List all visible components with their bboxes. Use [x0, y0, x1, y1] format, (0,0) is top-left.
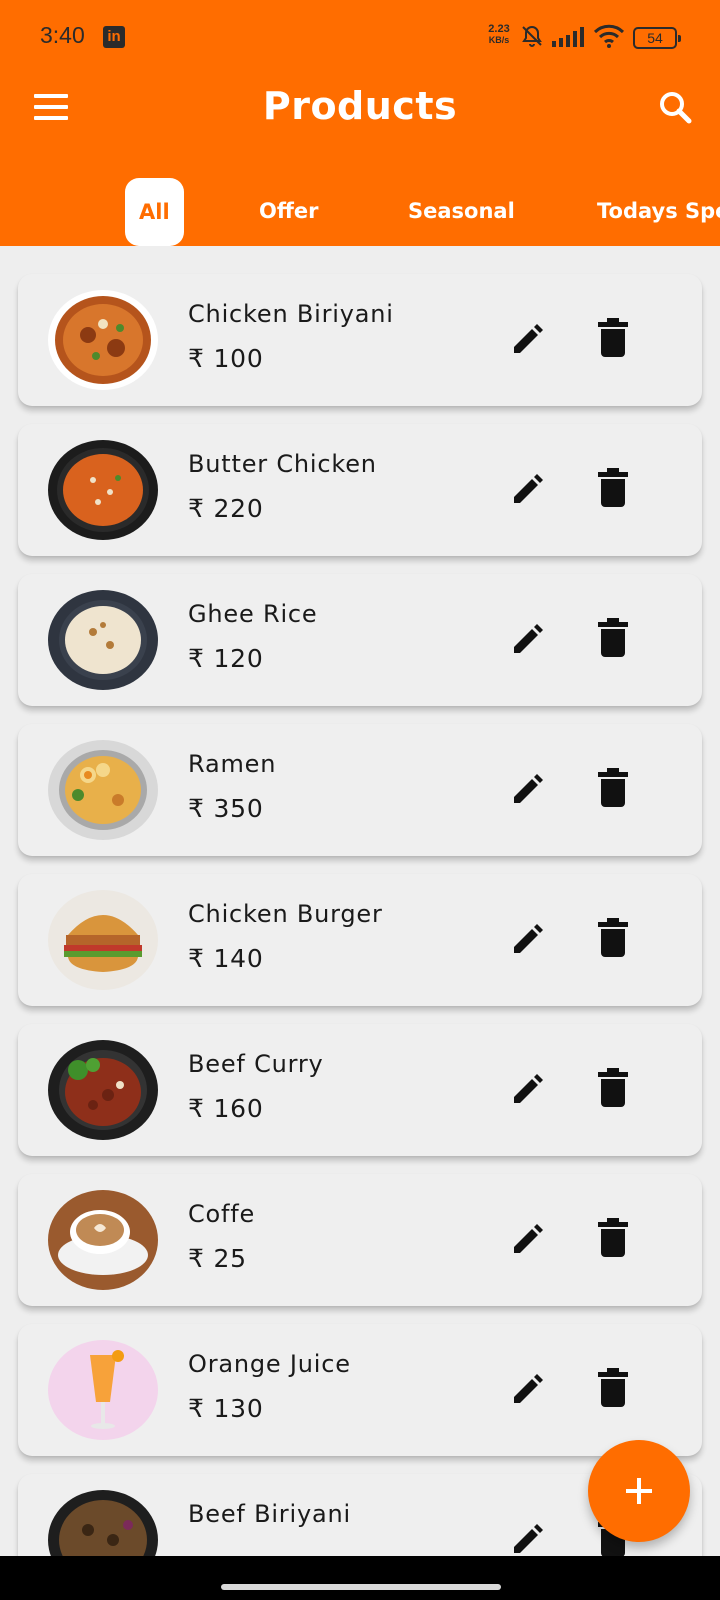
edit-icon[interactable] — [508, 918, 548, 958]
wifi-icon — [593, 24, 625, 48]
home-gesture-handle[interactable] — [221, 1584, 501, 1590]
product-name: Ramen — [188, 750, 277, 778]
product-price: ₹ 160 — [188, 1094, 264, 1123]
edit-icon[interactable] — [508, 1368, 548, 1408]
product-image — [48, 890, 158, 990]
delete-icon[interactable] — [596, 316, 630, 358]
product-price: ₹ 140 — [188, 944, 264, 973]
signal-icon — [552, 27, 584, 47]
tab-all[interactable]: All — [125, 178, 184, 246]
delete-icon[interactable] — [596, 1066, 630, 1108]
product-image — [48, 440, 158, 540]
product-price: ₹ 350 — [188, 794, 264, 823]
product-name: Beef Biriyani — [188, 1500, 351, 1528]
product-card[interactable]: Chicken Biriyani ₹ 100 — [18, 274, 702, 406]
status-bar: 3:40 in 2.23 KB/s 54 — [0, 0, 720, 72]
product-name: Orange Juice — [188, 1350, 351, 1378]
delete-icon[interactable] — [596, 1216, 630, 1258]
product-image — [48, 1490, 158, 1556]
delete-icon[interactable] — [596, 766, 630, 808]
product-image — [48, 1190, 158, 1290]
edit-icon[interactable] — [508, 1068, 548, 1108]
product-list[interactable]: Chicken Biriyani ₹ 100 Butter Chicken ₹ … — [0, 246, 720, 1556]
delete-icon[interactable] — [596, 466, 630, 508]
product-card[interactable]: Ramen ₹ 350 — [18, 724, 702, 856]
linkedin-notification-icon: in — [103, 26, 125, 48]
product-price: ₹ 220 — [188, 494, 264, 523]
delete-icon[interactable] — [596, 616, 630, 658]
tab-offer[interactable]: Offer — [259, 176, 318, 246]
delete-icon[interactable] — [596, 916, 630, 958]
product-card[interactable]: Butter Chicken ₹ 220 — [18, 424, 702, 556]
tab-todays-special[interactable]: Todays Spe — [597, 176, 720, 246]
product-name: Beef Curry — [188, 1050, 324, 1078]
product-price: ₹ 130 — [188, 1394, 264, 1423]
edit-icon[interactable] — [508, 768, 548, 808]
bell-off-icon — [522, 25, 542, 47]
product-image — [48, 590, 158, 690]
category-tabs: All Offer Seasonal Todays Spe — [0, 176, 720, 246]
plus-icon-stroke — [637, 1478, 641, 1504]
product-card[interactable]: Beef Curry ₹ 160 — [18, 1024, 702, 1156]
product-card[interactable]: Orange Juice ₹ 130 — [18, 1324, 702, 1456]
network-speed: 2.23 KB/s — [482, 24, 516, 46]
product-card[interactable]: Ghee Rice ₹ 120 — [18, 574, 702, 706]
product-image — [48, 290, 158, 390]
edit-icon[interactable] — [508, 318, 548, 358]
edit-icon[interactable] — [508, 618, 548, 658]
product-name: Coffe — [188, 1200, 256, 1228]
add-product-button[interactable] — [588, 1440, 690, 1542]
tab-seasonal[interactable]: Seasonal — [408, 176, 515, 246]
network-speed-value: 2.23 — [488, 23, 510, 35]
app-root: 3:40 in 2.23 KB/s 54 Products All Offer … — [0, 0, 720, 1600]
edit-icon[interactable] — [508, 1518, 548, 1556]
product-card[interactable]: Coffe ₹ 25 — [18, 1174, 702, 1306]
product-image — [48, 1040, 158, 1140]
product-price: ₹ 100 — [188, 344, 264, 373]
network-speed-unit: KB/s — [488, 35, 510, 45]
product-name: Chicken Burger — [188, 900, 383, 928]
delete-icon[interactable] — [596, 1366, 630, 1408]
product-name: Chicken Biriyani — [188, 300, 394, 328]
edit-icon[interactable] — [508, 1218, 548, 1258]
status-time: 3:40 — [40, 22, 85, 48]
app-bar: 3:40 in 2.23 KB/s 54 Products All Offer … — [0, 0, 720, 246]
product-price: ₹ 25 — [188, 1244, 247, 1273]
battery-icon: 54 — [633, 27, 681, 49]
product-price: ₹ 120 — [188, 644, 264, 673]
product-card[interactable]: Chicken Burger ₹ 140 — [18, 874, 702, 1006]
product-image — [48, 740, 158, 840]
edit-icon[interactable] — [508, 468, 548, 508]
product-name: Butter Chicken — [188, 450, 377, 478]
navigation-bar — [0, 1556, 720, 1600]
product-image — [48, 1340, 158, 1440]
search-icon[interactable] — [656, 88, 696, 128]
product-name: Ghee Rice — [188, 600, 318, 628]
page-title: Products — [262, 84, 458, 128]
